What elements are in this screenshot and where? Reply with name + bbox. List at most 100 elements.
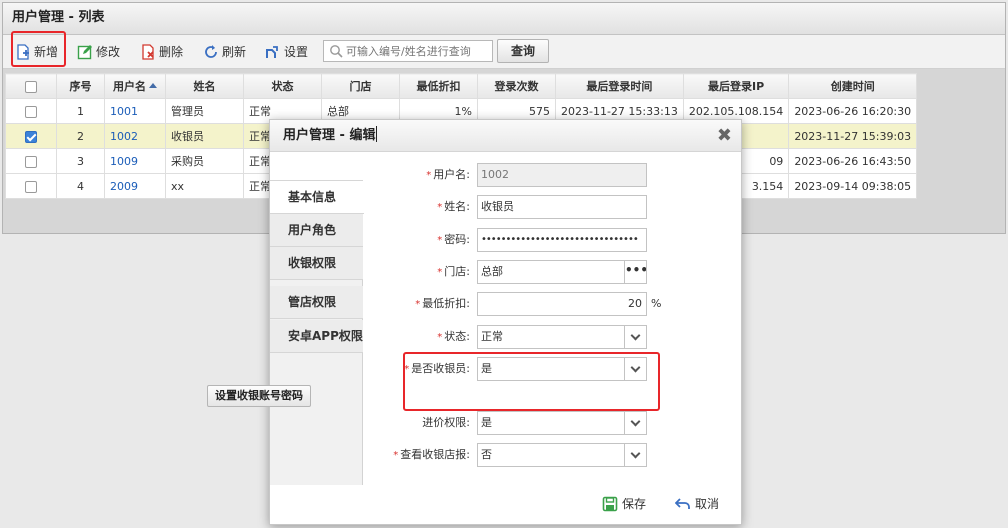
min-discount-value: 20 [628,297,642,310]
sort-ascending-icon [149,83,157,88]
view-cashier-report-label: * 查看收银店报: [393,448,470,461]
name-field[interactable]: 收银员 [477,195,647,219]
tab-cashier-permissions[interactable]: 收银权限 [270,247,363,280]
row-checkbox-cell[interactable] [5,123,57,149]
purchase-price-permission-select[interactable]: 是 [477,411,647,435]
dialog-title: 用户管理 - 编辑 [283,128,376,143]
chevron-down-icon[interactable] [624,444,646,466]
col-header-index[interactable]: 序号 [56,73,105,99]
purchase-price-permission-value: 是 [481,416,492,429]
cell-username[interactable]: 2009 [104,173,166,199]
password-field[interactable]: •••••••••••••••••••••••••••••••• [477,228,647,252]
row-checkbox[interactable] [25,155,37,168]
close-icon[interactable]: ✖ [717,120,732,152]
col-header-created-time[interactable]: 创建时间 [788,73,918,99]
min-discount-field[interactable]: 20 [477,292,647,316]
row-checkbox-cell[interactable] [5,148,57,174]
refresh-icon [205,45,217,58]
col-header-discount[interactable]: 最低折扣 [399,73,478,99]
table-header-row: 序号 用户名 姓名 状态 门店 最低折扣 登录次数 最后登录时间 最后登录IP … [5,73,918,99]
row-checkbox[interactable] [25,180,37,193]
store-value: 总部 [481,265,503,278]
add-file-icon [17,44,29,60]
settings-button-label: 设置 [284,45,309,59]
col-header-last-login-ip[interactable]: 最后登录IP [682,73,790,99]
refresh-button-label: 刷新 [222,45,247,59]
edit-button[interactable]: 修改 [77,41,120,63]
save-icon [602,496,618,512]
username-field[interactable]: 1002 [477,163,647,187]
store-field[interactable]: 总部 ••• [477,260,647,284]
user-edit-dialog: 用户管理 - 编辑 ✖ 基本信息 用户角色 收银权限 管店权限 安卓APP权限 … [269,119,742,525]
cell-username[interactable]: 1009 [104,148,166,174]
tab-basic-info[interactable]: 基本信息 [270,181,364,214]
list-toolbar: 新增 修改 删除 刷新 设置 查询 [3,35,1005,69]
is-cashier-select[interactable]: 是 [477,357,647,381]
cell-index: 3 [56,148,105,174]
store-picker-button[interactable]: ••• [624,261,646,283]
dialog-title-bar: 用户管理 - 编辑 ✖ [270,120,741,152]
refresh-button[interactable]: 刷新 [203,41,246,63]
save-button[interactable]: 保存 [602,495,646,513]
chevron-down-icon[interactable] [624,358,646,380]
form-row-name: * 姓名: 收银员 [363,195,741,219]
select-all-checkbox[interactable] [25,80,37,93]
password-label: * 密码: [437,233,470,246]
sidebar-spacer [270,153,363,181]
delete-button[interactable]: 删除 [140,41,183,63]
form-row-view-cashier-report: * 查看收银店报: 否 [363,443,741,467]
cancel-button[interactable]: 取消 [675,495,719,513]
row-checkbox[interactable] [25,130,37,143]
is-cashier-value: 是 [481,362,492,375]
col-header-username[interactable]: 用户名 [104,73,166,99]
purchase-price-permission-label: 进价权限: [422,416,470,429]
search-box [323,40,493,62]
cancel-button-label: 取消 [695,497,720,511]
row-checkbox-cell[interactable] [5,173,57,199]
cell-name: 收银员 [165,123,244,149]
status-select[interactable]: 正常 [477,325,647,349]
cell-created-time: 2023-11-27 15:39:03 [788,123,918,149]
col-header-username-label: 用户名 [113,80,146,93]
new-button[interactable]: 新增 [15,41,58,63]
is-cashier-label: * 是否收银员: [404,362,470,375]
cell-username[interactable]: 1002 [104,123,166,149]
edit-button-label: 修改 [96,45,121,59]
view-cashier-report-value: 否 [481,448,492,461]
cell-index: 2 [56,123,105,149]
new-button-label: 新增 [34,45,59,59]
col-header-name[interactable]: 姓名 [165,73,244,99]
cell-created-time: 2023-06-26 16:43:50 [788,148,918,174]
col-header-store[interactable]: 门店 [321,73,400,99]
chevron-down-icon[interactable] [624,412,646,434]
col-header-status[interactable]: 状态 [243,73,322,99]
row-checkbox[interactable] [25,105,37,118]
search-input[interactable] [346,42,490,60]
store-label: * 门店: [437,265,470,278]
row-checkbox-cell[interactable] [5,98,57,124]
select-all-header[interactable] [5,73,57,99]
search-button[interactable]: 查询 [497,39,549,63]
tab-android-app-permissions[interactable]: 安卓APP权限 [270,320,363,353]
col-header-login-count[interactable]: 登录次数 [477,73,556,99]
cell-username[interactable]: 1001 [104,98,166,124]
col-header-last-login-time[interactable]: 最后登录时间 [555,73,684,99]
cell-index: 1 [56,98,105,124]
save-button-label: 保存 [622,497,647,511]
view-cashier-report-select[interactable]: 否 [477,443,647,467]
cell-name: 采购员 [165,148,244,174]
cell-name: xx [165,173,244,199]
form-row-password: * 密码: •••••••••••••••••••••••••••••••• [363,228,741,252]
form-row-purchase-price-permission: 进价权限: 是 [363,411,741,435]
tab-store-permissions[interactable]: 管店权限 [270,286,363,319]
set-cashier-account-password-button[interactable]: 设置收银账号密码 [207,385,311,407]
search-icon [330,45,343,58]
cell-created-time: 2023-09-14 09:38:05 [788,173,918,199]
username-label: * 用户名: [426,168,470,181]
tab-user-roles[interactable]: 用户角色 [270,214,363,247]
form-row-store: * 门店: 总部 ••• [363,260,741,284]
form-row-min-discount: * 最低折扣: 20 % [363,292,741,316]
dialog-footer: 保存 取消 [270,486,741,524]
settings-button[interactable]: 设置 [265,41,308,63]
chevron-down-icon[interactable] [624,326,646,348]
